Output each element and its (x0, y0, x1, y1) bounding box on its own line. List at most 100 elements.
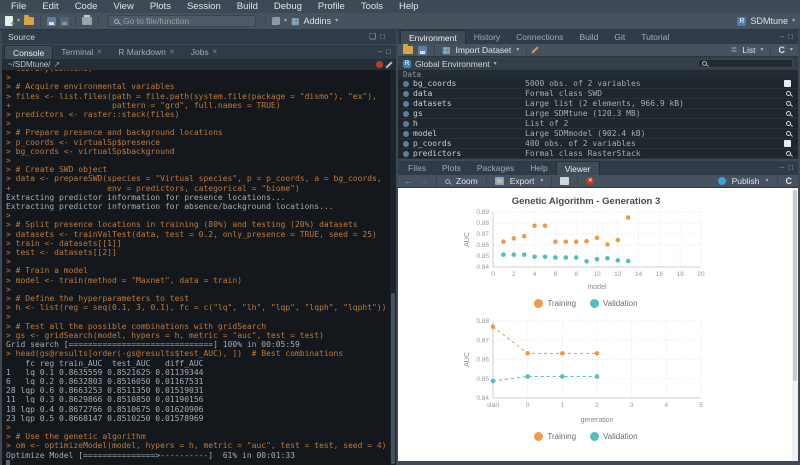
menu-item-profile[interactable]: Profile (311, 1, 352, 12)
menu-item-edit[interactable]: Edit (35, 1, 65, 12)
save-icon[interactable] (47, 17, 56, 26)
scope-dropdown-icon[interactable]: ▾ (494, 61, 497, 67)
zoom-button[interactable]: Zoom (456, 176, 478, 186)
tab-git[interactable]: Git (606, 30, 633, 44)
publish-dropdown-icon[interactable]: ▾ (765, 178, 768, 184)
maximize-icon[interactable]: □ (788, 164, 793, 172)
inspect-icon[interactable] (786, 111, 791, 116)
tools-icon[interactable] (272, 17, 280, 25)
tab-connections[interactable]: Connections (508, 30, 571, 44)
addins-button[interactable]: Addins (304, 16, 332, 26)
popout-icon[interactable]: ❏ (369, 33, 376, 41)
menu-item-view[interactable]: View (106, 1, 140, 12)
refresh-icon[interactable]: C (778, 46, 785, 55)
menu-item-plots[interactable]: Plots (143, 1, 178, 12)
list-view-button[interactable]: List (742, 45, 755, 55)
save-all-icon[interactable] (60, 17, 69, 26)
inspect-icon[interactable] (786, 151, 791, 156)
export-dropdown-icon[interactable]: ▾ (540, 178, 543, 184)
maximize-icon[interactable]: □ (788, 33, 793, 41)
tab-environment[interactable]: Environment (400, 30, 466, 44)
menu-item-code[interactable]: Code (68, 1, 105, 12)
legend-item-training[interactable]: Training (534, 432, 576, 441)
scrollbar-thumb[interactable] (793, 190, 797, 381)
interrupt-r-icon[interactable] (376, 61, 383, 68)
print-icon[interactable] (82, 17, 92, 25)
import-dataset-button[interactable]: Import Dataset (456, 45, 512, 55)
console-output-area[interactable]: > library(SDMtune)>> # Acquire environme… (2, 70, 396, 465)
refresh-viewer-icon[interactable]: C (786, 177, 793, 186)
tools-dropdown-icon[interactable]: ▾ (284, 18, 287, 24)
tab-viewer[interactable]: Viewer (556, 161, 600, 175)
maximize-icon[interactable]: □ (386, 48, 391, 56)
legend-item-training[interactable]: Training (534, 299, 576, 308)
tab-history[interactable]: History (466, 30, 508, 44)
tab-packages[interactable]: Packages (469, 161, 522, 175)
new-file-dropdown-icon[interactable]: ▾ (17, 18, 20, 24)
addins-dropdown-icon[interactable]: ▾ (335, 18, 338, 24)
console-vertical-scrollbar[interactable] (390, 70, 396, 465)
inspect-icon[interactable] (786, 101, 791, 106)
legend-item-validation[interactable]: Validation (590, 432, 638, 441)
maximize-icon[interactable]: □ (380, 33, 385, 41)
back-icon[interactable]: ← (404, 177, 413, 186)
addins-grid-icon[interactable]: ▦ (291, 17, 300, 26)
env-row-data[interactable]: dataFormal class SWD (398, 89, 798, 99)
tab-r-markdown[interactable]: R Markdown✕ (110, 45, 183, 59)
inspect-icon[interactable] (786, 91, 791, 96)
tab-help[interactable]: Help (522, 161, 555, 175)
tab-console[interactable]: Console (4, 45, 53, 59)
env-row-gs[interactable]: gsLarge SDMtune (120.3 MB) (398, 109, 798, 119)
legend-item-validation[interactable]: Validation (590, 299, 638, 308)
tab-build[interactable]: Build (571, 30, 606, 44)
menu-item-build[interactable]: Build (230, 1, 265, 12)
save-workspace-icon[interactable] (418, 46, 427, 55)
clear-all-plots-icon[interactable]: ✕ (586, 177, 594, 185)
view-table-icon[interactable] (784, 80, 791, 87)
close-tab-icon[interactable]: ✕ (96, 48, 102, 56)
forward-icon[interactable]: → (419, 177, 428, 186)
project-selector[interactable]: R SDMtune ▾ (737, 16, 795, 26)
load-workspace-icon[interactable] (403, 46, 413, 54)
open-directory-icon[interactable]: ↗ (53, 61, 60, 69)
tab-tutorial[interactable]: Tutorial (633, 30, 677, 44)
publish-button[interactable]: Publish (732, 176, 760, 186)
tab-files[interactable]: Files (400, 161, 434, 175)
menu-item-debug[interactable]: Debug (267, 1, 309, 12)
inspect-icon[interactable] (786, 131, 791, 136)
goto-file-function-input[interactable]: Go to file/function (108, 15, 256, 27)
env-row-model[interactable]: modelLarge SDMmodel (902.4 kB) (398, 129, 798, 139)
minimize-icon[interactable]: – (378, 48, 382, 56)
clear-objects-icon[interactable] (532, 46, 539, 53)
menu-item-session[interactable]: Session (180, 1, 228, 12)
list-dropdown-icon[interactable]: ▾ (760, 47, 763, 53)
inspect-icon[interactable] (786, 121, 791, 126)
environment-scope-selector[interactable]: Global Environment (415, 59, 490, 69)
import-dataset-dropdown-icon[interactable]: ▾ (516, 47, 519, 53)
env-row-bg-coords[interactable]: bg_coords5000 obs. of 2 variables (398, 79, 798, 89)
tab-jobs[interactable]: Jobs✕ (183, 45, 226, 59)
minimize-icon[interactable]: – (780, 33, 784, 41)
menu-item-file[interactable]: File (4, 1, 33, 12)
new-file-icon[interactable] (5, 16, 13, 26)
tab-terminal[interactable]: Terminal✕ (53, 45, 110, 59)
close-tab-icon[interactable]: ✕ (169, 48, 175, 56)
remove-plot-icon[interactable] (560, 177, 569, 185)
scrollbar-thumb[interactable] (391, 293, 395, 464)
clear-console-icon[interactable] (385, 61, 392, 68)
viewer-vertical-scrollbar[interactable] (792, 188, 798, 461)
menu-item-tools[interactable]: Tools (354, 1, 390, 12)
env-row-p-coords[interactable]: p_coords400 obs. of 2 variables (398, 139, 798, 149)
close-tab-icon[interactable]: ✕ (212, 48, 218, 56)
open-file-icon[interactable] (24, 17, 34, 25)
export-button[interactable]: Export (510, 176, 535, 186)
env-row-datasets[interactable]: datasetsLarge list (2 elements, 966.9 kB… (398, 99, 798, 109)
refresh-dropdown-icon[interactable]: ▾ (790, 47, 793, 53)
env-row-h[interactable]: hList of 2 (398, 119, 798, 129)
environment-search-input[interactable] (698, 59, 793, 68)
tab-plots[interactable]: Plots (434, 161, 469, 175)
view-table-icon[interactable] (784, 140, 791, 147)
minimize-icon[interactable]: – (780, 164, 784, 172)
env-row-predictors[interactable]: predictorsFormal class RasterStack (398, 149, 798, 159)
console-prompt[interactable] (6, 460, 396, 465)
